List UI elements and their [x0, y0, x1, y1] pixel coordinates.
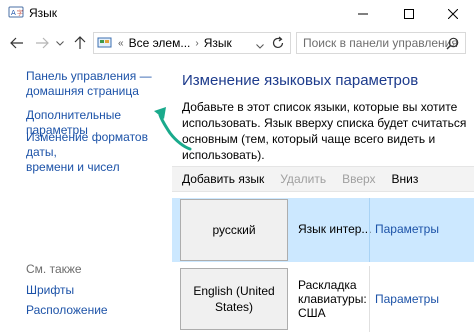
- link-change-formats[interactable]: Изменение форматов даты, времени и чисел: [26, 130, 172, 175]
- language-info-line1: Раскладка: [298, 278, 357, 292]
- move-up-button[interactable]: Вверх: [342, 172, 375, 186]
- close-icon: [448, 9, 458, 19]
- link-control-panel-home-line2[interactable]: домашняя страница: [26, 84, 152, 99]
- language-app-icon: A 字: [8, 6, 24, 20]
- search-icon[interactable]: [446, 37, 459, 53]
- search-input[interactable]: Поиск в панели управления: [303, 36, 458, 50]
- close-button[interactable]: [432, 0, 474, 28]
- add-language-button[interactable]: Добавить язык: [182, 172, 264, 186]
- language-list: русский Язык интер... Параметры English …: [172, 192, 474, 332]
- language-name[interactable]: English (United States): [180, 268, 288, 330]
- minimize-icon: [358, 13, 368, 15]
- page-heading: Изменение языковых параметров: [182, 72, 419, 89]
- language-info: Раскладка клавиатуры: США: [298, 278, 367, 320]
- language-row-russian[interactable]: русский Язык интер... Параметры: [172, 198, 474, 262]
- column-divider: [369, 198, 370, 262]
- chevron-down-icon: [256, 44, 264, 49]
- address-crumb-all-items[interactable]: Все элем...: [129, 36, 191, 50]
- left-pane: Панель управления — домашняя страница До…: [0, 58, 172, 332]
- language-name[interactable]: русский: [180, 199, 288, 261]
- refresh-button[interactable]: [271, 36, 285, 53]
- address-dropdown-button[interactable]: [256, 38, 264, 52]
- link-fonts[interactable]: Шрифты: [26, 283, 74, 298]
- title-bar: A 字 Язык: [0, 0, 474, 28]
- chevron-down-icon: [56, 40, 64, 46]
- language-options-link[interactable]: Параметры: [375, 222, 439, 236]
- search-box[interactable]: Поиск в панели управления: [296, 32, 466, 54]
- move-down-button[interactable]: Вниз: [392, 172, 419, 186]
- minimize-button[interactable]: [340, 0, 386, 28]
- language-info-line2: клавиатуры:: [298, 292, 367, 306]
- back-button[interactable]: [8, 34, 26, 52]
- see-also-label: См. также: [26, 262, 82, 276]
- maximize-button[interactable]: [386, 0, 432, 28]
- refresh-icon: [272, 36, 284, 49]
- arrow-left-icon: [10, 37, 23, 49]
- window-title: Язык: [29, 6, 58, 20]
- language-info-line3: США: [298, 306, 326, 320]
- address-overflow-chevron[interactable]: «: [118, 38, 124, 49]
- remove-button[interactable]: Удалить: [280, 172, 326, 186]
- svg-text:字: 字: [17, 9, 23, 17]
- address-separator[interactable]: ›: [195, 38, 198, 49]
- language-info: Язык интер...: [298, 222, 372, 236]
- link-control-panel-home-line1[interactable]: Панель управления —: [26, 69, 152, 84]
- language-name-text: English (United States): [193, 284, 275, 314]
- link-control-panel-home[interactable]: Панель управления — домашняя страница: [26, 69, 152, 99]
- arrow-up-icon: [74, 36, 86, 49]
- up-button[interactable]: [71, 34, 89, 52]
- column-divider: [369, 266, 370, 332]
- maximize-icon: [404, 9, 414, 19]
- link-change-formats-line2[interactable]: времени и чисел: [26, 160, 172, 175]
- arrow-right-icon: [36, 37, 49, 49]
- navigation-bar: « Все элем... › Язык Поиск в панели упра…: [0, 28, 474, 58]
- page-description: Добавьте в этот список языки, которые вы…: [182, 100, 467, 162]
- address-crumb-language[interactable]: Язык: [204, 36, 232, 50]
- language-toolbar: Добавить язык Удалить Вверх Вниз: [172, 166, 474, 192]
- language-options-link[interactable]: Параметры: [375, 292, 439, 306]
- link-location[interactable]: Расположение: [26, 303, 108, 318]
- svg-text:A: A: [11, 9, 16, 17]
- recent-locations-button[interactable]: [54, 34, 66, 52]
- address-bar[interactable]: « Все элем... › Язык: [93, 32, 291, 54]
- control-panel-icon: [97, 36, 113, 50]
- forward-button[interactable]: [33, 34, 51, 52]
- language-row-english[interactable]: English (United States) Раскладка клавиа…: [172, 266, 474, 332]
- link-change-formats-line1[interactable]: Изменение форматов даты,: [26, 130, 172, 160]
